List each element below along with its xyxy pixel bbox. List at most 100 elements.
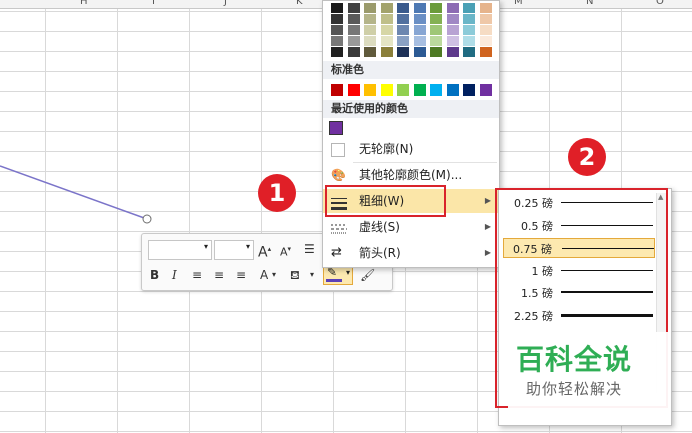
- other-outline-colors-item[interactable]: 🎨 其他轮廓颜色(M)...: [323, 163, 499, 187]
- watermark-subtitle: 助你轻松解决: [526, 380, 623, 398]
- theme-color-swatch[interactable]: [413, 36, 426, 46]
- theme-color-swatch[interactable]: [364, 14, 376, 24]
- theme-color-swatch[interactable]: [413, 25, 426, 35]
- highlight-weight-item: [325, 185, 446, 217]
- font-size-select[interactable]: ▾: [214, 240, 254, 260]
- theme-color-swatch[interactable]: [397, 36, 409, 46]
- theme-color-swatch[interactable]: [413, 3, 426, 13]
- align-right-icon[interactable]: ≡: [236, 266, 246, 284]
- theme-color-swatch[interactable]: [430, 36, 442, 46]
- step-badge-2: 2: [568, 138, 606, 176]
- fill-bucket-icon[interactable]: ⛾: [290, 266, 300, 284]
- theme-color-swatch[interactable]: [446, 14, 459, 24]
- standard-color-swatch[interactable]: [430, 84, 442, 96]
- theme-color-swatch[interactable]: [430, 14, 442, 24]
- theme-color-swatch[interactable]: [380, 14, 393, 24]
- standard-color-swatch[interactable]: [347, 84, 360, 96]
- theme-color-swatch[interactable]: [479, 36, 492, 46]
- theme-color-swatch[interactable]: [446, 36, 459, 46]
- theme-color-swatch[interactable]: [380, 36, 393, 46]
- theme-color-swatch[interactable]: [397, 25, 409, 35]
- no-outline-item[interactable]: 无轮廓(N): [323, 137, 499, 161]
- theme-color-swatch[interactable]: [347, 25, 360, 35]
- theme-color-grid: [323, 1, 499, 61]
- theme-color-swatch[interactable]: [347, 36, 360, 46]
- recent-color-swatch[interactable]: [329, 121, 343, 135]
- theme-color-swatch[interactable]: [347, 14, 360, 24]
- theme-color-swatch[interactable]: [446, 3, 459, 13]
- outline-color-menu: 标准色 最近使用的颜色 无轮廓(N) 🎨 其他轮廓颜色(M)... 粗细(W) …: [322, 0, 500, 268]
- theme-color-swatch[interactable]: [331, 14, 343, 24]
- standard-color-swatch[interactable]: [380, 84, 393, 96]
- standard-color-swatch[interactable]: [413, 84, 426, 96]
- grow-font-button[interactable]: A▴: [258, 240, 271, 261]
- theme-color-swatch[interactable]: [364, 25, 376, 35]
- theme-color-swatch[interactable]: [364, 47, 376, 57]
- format-painter-icon[interactable]: 🖌: [360, 266, 375, 284]
- theme-color-swatch[interactable]: [479, 25, 492, 35]
- theme-color-swatch[interactable]: [331, 3, 343, 13]
- theme-color-swatch[interactable]: [364, 36, 376, 46]
- recent-colors-title: 最近使用的颜色: [323, 100, 499, 118]
- standard-color-swatch[interactable]: [331, 84, 343, 96]
- dash-item[interactable]: 虚线(S) ▶: [323, 215, 499, 239]
- theme-color-swatch[interactable]: [413, 14, 426, 24]
- step-badge-1: 1: [258, 174, 296, 212]
- theme-color-swatch[interactable]: [463, 25, 475, 35]
- submenu-arrow-icon: ▶: [484, 222, 491, 231]
- theme-color-swatch[interactable]: [430, 25, 442, 35]
- theme-color-swatch[interactable]: [430, 47, 442, 57]
- theme-color-swatch[interactable]: [397, 14, 409, 24]
- line-endpoint-handle[interactable]: [142, 214, 152, 224]
- theme-color-swatch[interactable]: [331, 36, 343, 46]
- chevron-down-icon[interactable]: ▾: [272, 266, 276, 284]
- bold-button[interactable]: B: [150, 266, 159, 284]
- theme-color-swatch[interactable]: [347, 47, 360, 57]
- theme-color-swatch[interactable]: [463, 14, 475, 24]
- standard-color-swatch[interactable]: [479, 84, 492, 96]
- font-name-select[interactable]: ▾: [148, 240, 212, 260]
- theme-color-swatch[interactable]: [446, 25, 459, 35]
- standard-color-row: [323, 81, 499, 99]
- dash-line-icon: [331, 220, 347, 234]
- theme-color-swatch[interactable]: [380, 47, 393, 57]
- theme-color-swatch[interactable]: [479, 3, 492, 13]
- theme-color-swatch[interactable]: [430, 3, 442, 13]
- standard-color-swatch[interactable]: [446, 84, 459, 96]
- font-color-button[interactable]: A: [260, 266, 268, 284]
- standard-color-swatch[interactable]: [463, 84, 475, 96]
- chevron-down-icon[interactable]: ▾: [310, 266, 314, 284]
- theme-color-swatch[interactable]: [413, 47, 426, 57]
- align-center-icon[interactable]: ≡: [214, 266, 224, 284]
- arrows-icon: ⇄: [331, 245, 342, 260]
- align-icon[interactable]: ☰: [304, 240, 315, 258]
- theme-color-swatch[interactable]: [397, 3, 409, 13]
- align-left-icon[interactable]: ≡: [192, 266, 202, 284]
- standard-color-swatch[interactable]: [364, 84, 376, 96]
- theme-color-swatch[interactable]: [463, 3, 475, 13]
- submenu-arrow-icon: ▶: [484, 196, 491, 205]
- theme-color-swatch[interactable]: [347, 3, 360, 13]
- watermark: 百科全说 助你轻松解决: [508, 332, 668, 410]
- arrow-label: 箭头(R): [359, 246, 401, 260]
- theme-color-swatch[interactable]: [463, 47, 475, 57]
- outline-color-swatch: [326, 279, 342, 282]
- theme-color-swatch[interactable]: [479, 47, 492, 57]
- theme-color-swatch[interactable]: [380, 3, 393, 13]
- no-outline-icon: [331, 143, 345, 157]
- recent-color-row: [323, 119, 499, 137]
- italic-button[interactable]: I: [172, 266, 177, 284]
- theme-color-swatch[interactable]: [479, 14, 492, 24]
- theme-color-swatch[interactable]: [380, 25, 393, 35]
- standard-colors-title: 标准色: [323, 61, 499, 79]
- theme-color-swatch[interactable]: [463, 36, 475, 46]
- theme-color-swatch[interactable]: [364, 3, 376, 13]
- theme-color-swatch[interactable]: [397, 47, 409, 57]
- standard-color-swatch[interactable]: [397, 84, 409, 96]
- theme-color-swatch[interactable]: [446, 47, 459, 57]
- shrink-font-button[interactable]: A▾: [280, 240, 291, 259]
- arrow-item[interactable]: ⇄ 箭头(R) ▶: [323, 241, 499, 265]
- theme-color-swatch[interactable]: [331, 25, 343, 35]
- theme-color-swatch[interactable]: [331, 47, 343, 57]
- submenu-arrow-icon: ▶: [484, 248, 491, 257]
